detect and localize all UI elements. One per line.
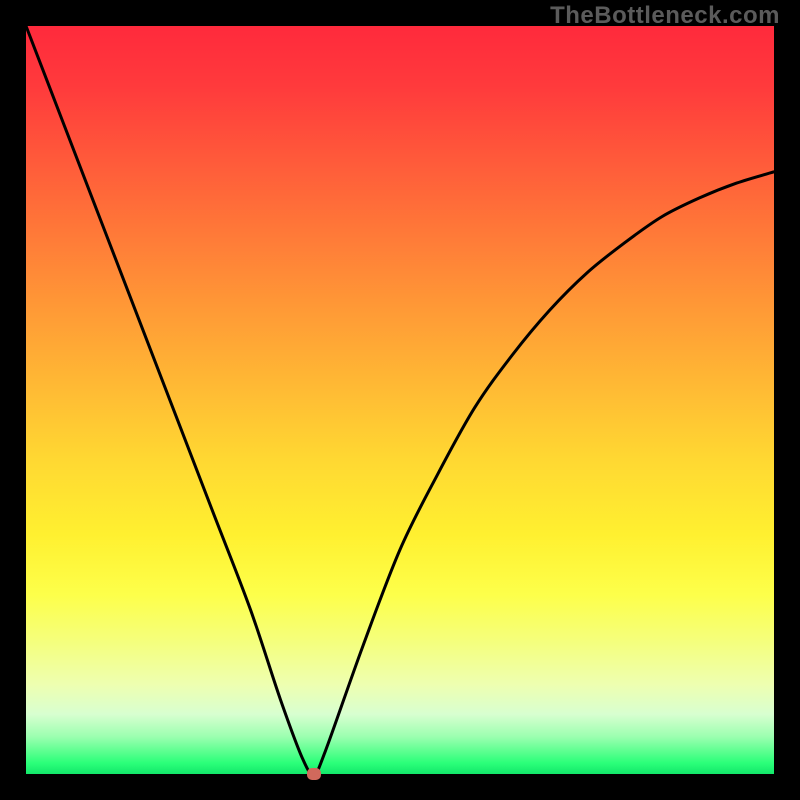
plot-area	[26, 26, 774, 774]
bottleneck-curve-path	[26, 26, 774, 774]
watermark-text: TheBottleneck.com	[550, 2, 780, 30]
optimum-marker	[307, 768, 321, 780]
chart-container: TheBottleneck.com	[0, 0, 800, 800]
curve-svg	[26, 26, 774, 774]
